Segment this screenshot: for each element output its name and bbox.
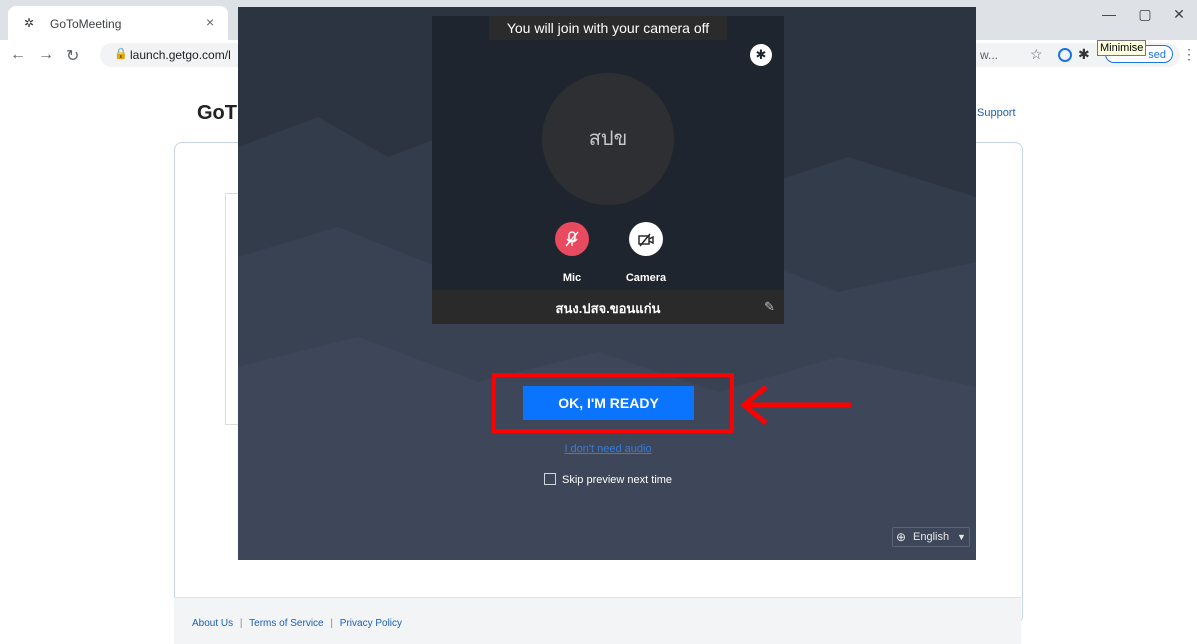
terms-link[interactable]: Terms of Service (249, 618, 323, 629)
lock-icon: 🔒 (114, 48, 128, 60)
skip-preview-checkbox[interactable] (544, 473, 556, 485)
bookmark-star-icon[interactable]: ☆ (1030, 46, 1043, 63)
preview-modal: You will join with your camera off ✱ สปข… (238, 7, 976, 560)
footer-separator: | (330, 618, 333, 629)
page-footer: About Us | Terms of Service | Privacy Po… (174, 597, 1021, 644)
browser-tab[interactable]: ✲ GoToMeeting × (8, 6, 228, 40)
url-tail: w... (980, 48, 999, 62)
back-icon[interactable]: ← (10, 46, 26, 64)
puzzle-icon[interactable]: ✱ (1078, 46, 1090, 63)
tab-title: GoToMeeting (50, 17, 122, 31)
video-preview: You will join with your camera off ✱ สปข… (432, 16, 784, 324)
extension-icon[interactable] (1058, 48, 1072, 62)
close-window-icon[interactable]: ✕ (1166, 6, 1192, 23)
restore-icon[interactable]: ▢ (1132, 6, 1158, 23)
support-link[interactable]: Support (977, 107, 1016, 119)
no-audio-link[interactable]: I don't need audio (533, 443, 683, 455)
footer-separator: | (239, 618, 243, 629)
skip-preview-option[interactable]: Skip preview next time (544, 473, 672, 486)
language-select[interactable]: ⊕ English ▼ (892, 527, 970, 547)
language-label: English (913, 531, 950, 543)
menu-icon[interactable]: ⋮ (1182, 46, 1196, 63)
privacy-link[interactable]: Privacy Policy (340, 618, 402, 629)
pencil-icon[interactable]: ✎ (764, 299, 775, 315)
chevron-down-icon: ▼ (957, 532, 966, 542)
about-us-link[interactable]: About Us (192, 618, 233, 629)
globe-icon: ⊕ (896, 530, 907, 544)
forward-icon[interactable]: → (38, 46, 54, 64)
mic-off-icon[interactable] (555, 222, 589, 256)
mic-label: Mic (562, 272, 582, 284)
mic-off-glyph (565, 231, 579, 247)
reload-icon[interactable]: ↻ (66, 46, 79, 66)
gotomeeting-icon: ✲ (24, 16, 35, 30)
tooltip: Minimise (1097, 40, 1147, 56)
minimize-icon[interactable]: — (1096, 6, 1122, 22)
url-text: launch.getgo.com/l (130, 48, 231, 62)
pointer-arrow-icon (740, 385, 851, 425)
camera-label: Camera (625, 272, 667, 284)
display-name-bar: สนง.ปสจ.ขอนแก่น ✎ (432, 290, 784, 324)
camera-off-icon[interactable] (629, 222, 663, 256)
skip-preview-label: Skip preview next time (562, 474, 673, 486)
tab-close-icon[interactable]: × (206, 14, 214, 30)
camera-off-glyph (638, 233, 654, 247)
ok-ready-button[interactable]: OK, I'M READY (523, 386, 694, 420)
display-name: สนง.ปสจ.ขอนแก่น (555, 301, 661, 316)
camera-off-banner: You will join with your camera off (489, 16, 727, 40)
gotomeeting-logo: GoT (197, 102, 237, 124)
gear-icon[interactable]: ✱ (750, 44, 772, 66)
avatar: สปข (542, 73, 674, 205)
